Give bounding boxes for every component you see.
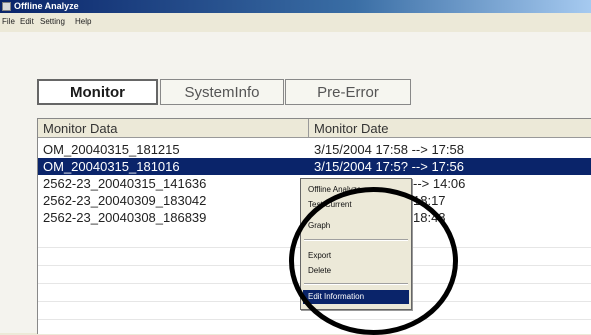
column-header-monitor-data[interactable]: Monitor Data: [38, 119, 309, 138]
cell-monitor-data: OM_20040315_181016: [43, 159, 180, 174]
cell-monitor-date: --> 14:06: [413, 176, 466, 191]
app-icon: [2, 2, 11, 11]
table-row[interactable]: OM_20040315_181016 3/15/2004 17:5? --> 1…: [38, 158, 591, 175]
cell-monitor-date: 3/15/2004 17:5? --> 17:56: [314, 159, 464, 174]
menu-bar: File Edit Setting Help: [0, 14, 591, 32]
cell-monitor-data: 2562-23_20040315_141636: [43, 176, 207, 191]
cell-monitor-date: 3/15/2004 17:58 --> 17:58: [314, 142, 464, 157]
menu-help[interactable]: Help: [75, 17, 91, 26]
tab-systeminfo[interactable]: SystemInfo: [160, 79, 284, 105]
annotation-circle: [289, 187, 458, 335]
column-header-monitor-date[interactable]: Monitor Date: [309, 119, 591, 138]
title-bar: Offline Analyze: [0, 0, 591, 13]
table-row[interactable]: OM_20040315_181215 3/15/2004 17:58 --> 1…: [38, 141, 591, 158]
grid-line: [38, 319, 591, 320]
cell-monitor-data: OM_20040315_181215: [43, 142, 180, 157]
tab-monitor[interactable]: Monitor: [37, 79, 158, 105]
menu-setting[interactable]: Setting: [40, 17, 65, 26]
menu-file[interactable]: File: [2, 17, 15, 26]
cell-monitor-data: 2562-23_20040309_183042: [43, 193, 207, 208]
cell-monitor-data: 2562-23_20040308_186839: [43, 210, 207, 225]
menu-edit[interactable]: Edit: [20, 17, 34, 26]
window-title: Offline Analyze: [14, 1, 79, 11]
tab-pre-error[interactable]: Pre-Error: [285, 79, 411, 105]
